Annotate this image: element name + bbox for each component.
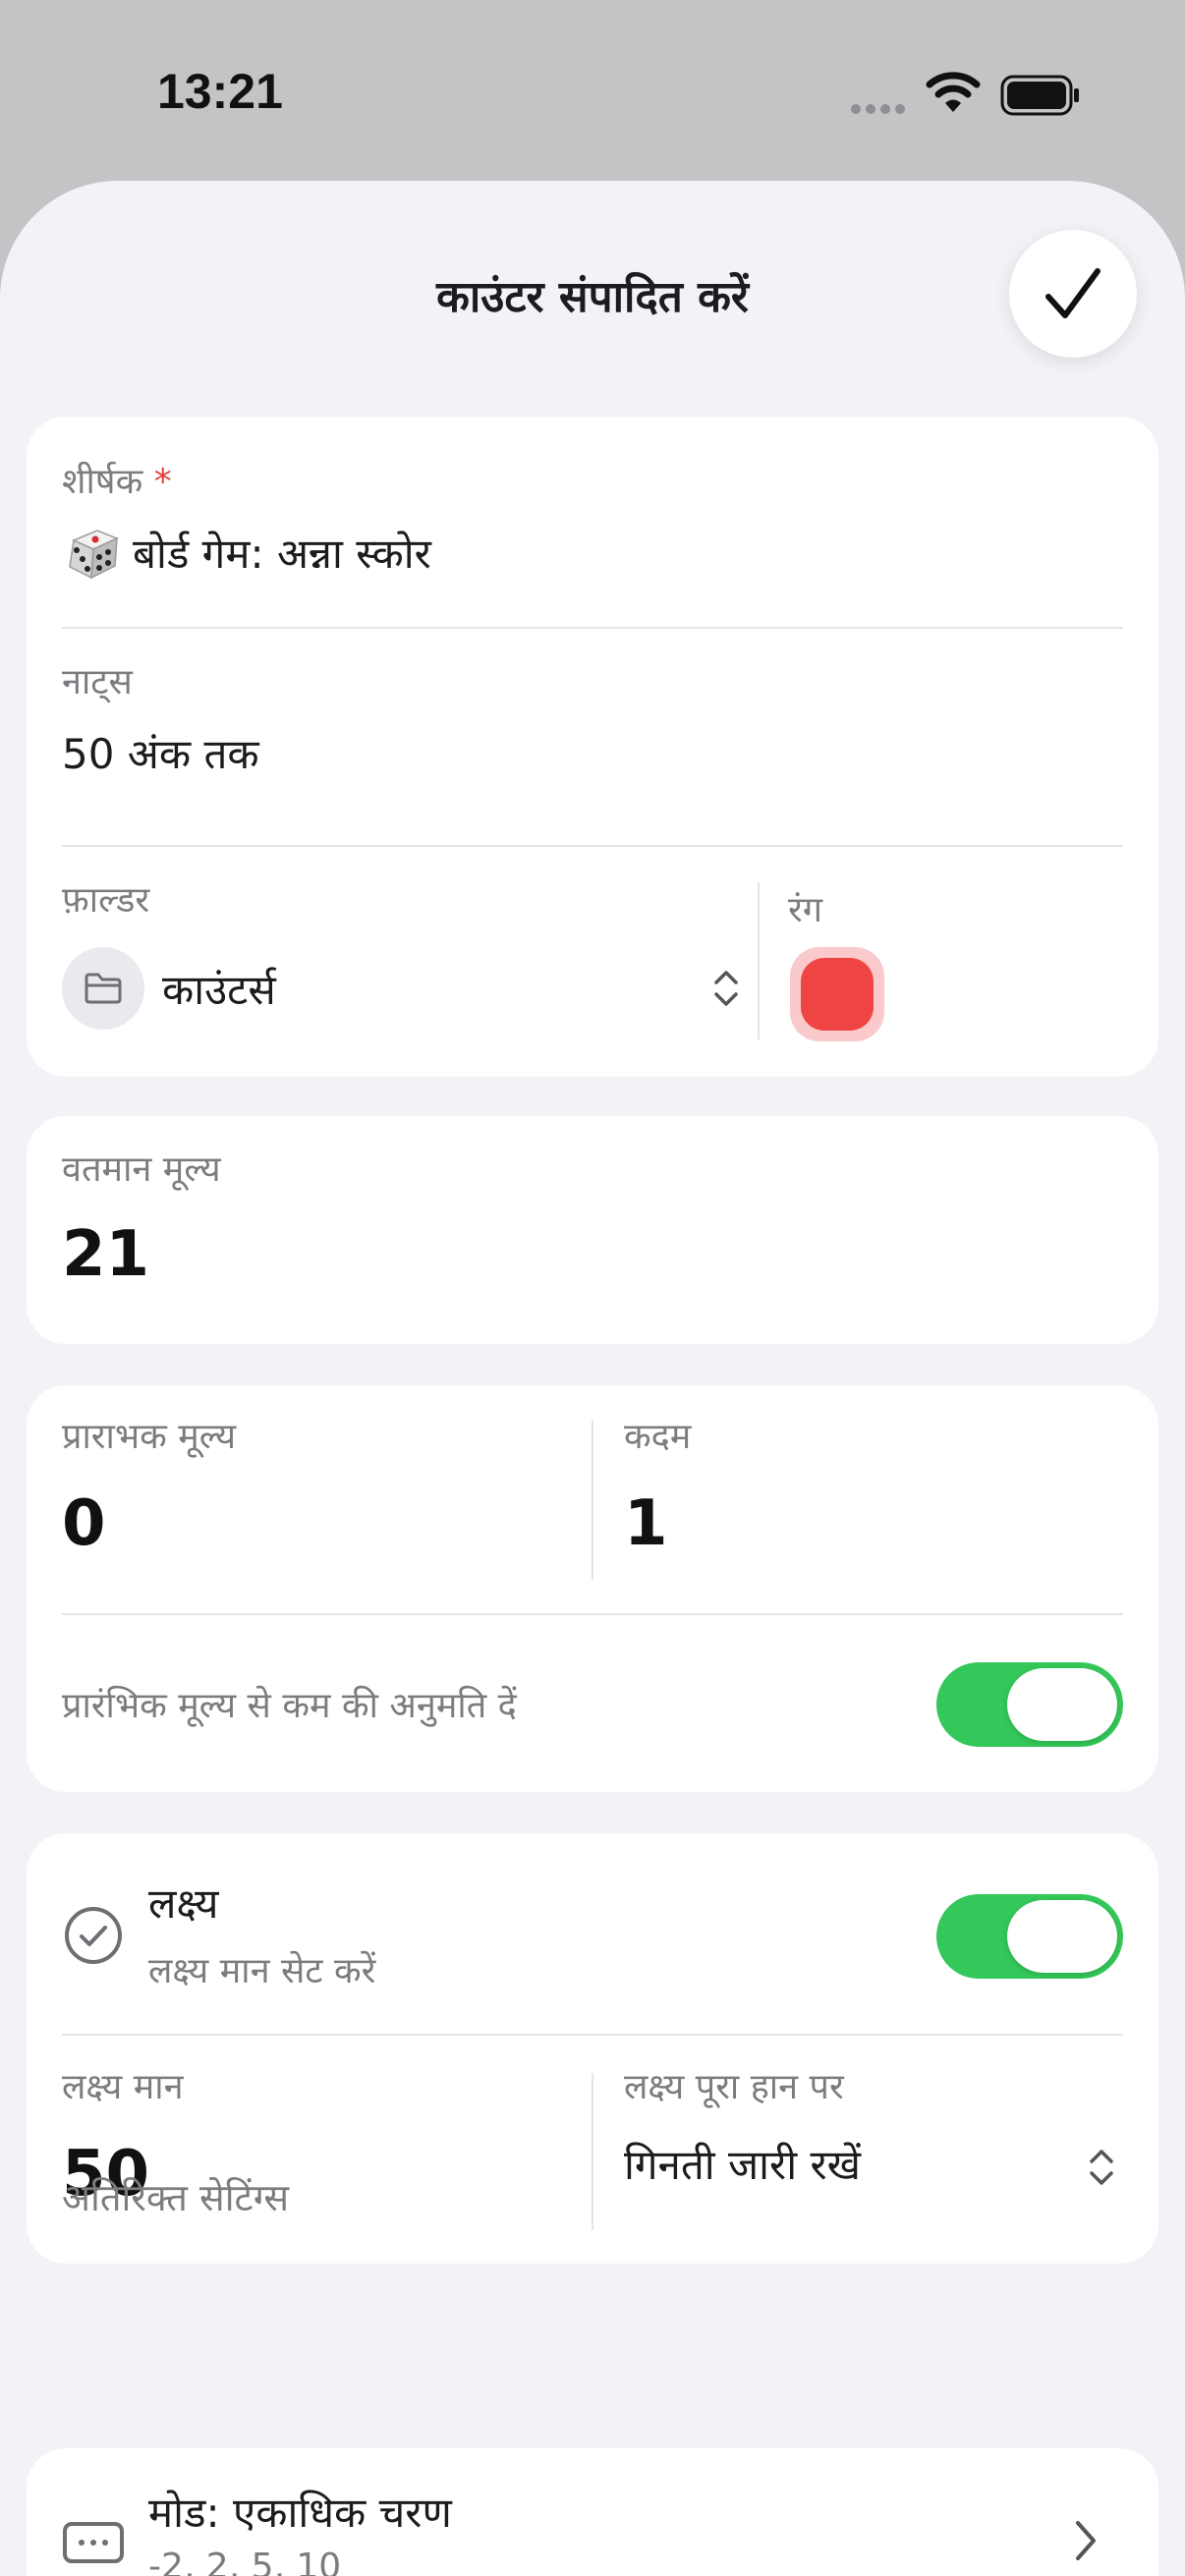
- details-card: शीर्षक * बोर्ड गेम: अन्ना स्कोर नाट्स 50…: [27, 417, 1158, 1077]
- divider-vertical: [758, 882, 760, 1039]
- step-field[interactable]: 1: [624, 1487, 668, 1560]
- goal-title: लक्ष्य: [148, 1879, 219, 1928]
- allow-below-initial-label: प्रारंभिक मूल्य से कम की अनुमति दें: [62, 1686, 517, 1726]
- mode-row[interactable]: मोड: एकाधिक चरण -2, 2, 5, 10: [27, 2448, 1158, 2576]
- color-label: रंग: [788, 890, 822, 930]
- current-value-card: वतमान मूल्य 21: [27, 1116, 1158, 1344]
- cellular-signal-icon: [851, 104, 905, 114]
- folder-label: फ़ाल्डर: [62, 880, 150, 921]
- divider-vertical: [592, 1421, 593, 1580]
- sheet-header: काउंटर संपादित करें: [0, 181, 1185, 387]
- folder-icon-badge: [62, 947, 144, 1030]
- folder-icon: [85, 973, 122, 1004]
- status-bar: 13:21: [0, 0, 1185, 187]
- initial-value-field[interactable]: 0: [62, 1487, 106, 1560]
- notes-field[interactable]: 50 अंक तक: [62, 725, 259, 781]
- page-title: काउंटर संपादित करें: [436, 272, 749, 322]
- divider: [62, 845, 1123, 847]
- values-card: प्राराभक मूल्य 0 कदम 1 प्रारंभिक मूल्य स…: [27, 1385, 1158, 1792]
- battery-icon: [1000, 75, 1079, 116]
- keyboard-icon: [63, 2522, 124, 2563]
- chevron-up-down-icon: [714, 971, 738, 1006]
- color-swatch: [801, 958, 874, 1031]
- wifi-icon: [926, 72, 981, 112]
- allow-below-initial-toggle[interactable]: [936, 1662, 1123, 1747]
- on-goal-reached-label: लक्ष्य पूरा हान पर: [624, 2067, 844, 2107]
- goal-value-label: लक्ष्य मान: [62, 2067, 184, 2107]
- goal-subtitle: लक्ष्य मान सेट करें: [148, 1951, 376, 1991]
- chevron-right-icon: [1076, 2521, 1096, 2560]
- step-label: कदम: [624, 1417, 692, 1457]
- color-swatch-button[interactable]: [790, 947, 884, 1041]
- on-goal-reached-value: गिनती जारी रखें: [624, 2141, 861, 2189]
- divider: [62, 1613, 1123, 1615]
- status-time: 13:21: [157, 64, 283, 119]
- divider-vertical: [592, 2073, 593, 2230]
- title-value: बोर्ड गेम: अन्ना स्कोर: [133, 530, 431, 578]
- folder-picker[interactable]: काउंटर्स: [62, 947, 750, 1030]
- done-button[interactable]: [1009, 230, 1137, 358]
- initial-value-label: प्राराभक मूल्य: [62, 1417, 237, 1457]
- folder-value: काउंटर्स: [162, 966, 276, 1014]
- required-mark: *: [153, 462, 172, 502]
- toggle-knob: [1007, 1900, 1117, 1973]
- toggle-knob: [1007, 1668, 1117, 1741]
- notes-label: नाट्स: [62, 662, 133, 702]
- goal-toggle[interactable]: [936, 1894, 1123, 1979]
- title-label: शीर्षक *: [62, 462, 172, 502]
- current-value-field[interactable]: 21: [62, 1218, 149, 1291]
- checkmark-icon: [1045, 268, 1100, 318]
- mode-title: मोड: एकाधिक चरण: [148, 2489, 452, 2537]
- check-circle-icon: [65, 1907, 122, 1964]
- chevron-up-down-icon: [1090, 2150, 1113, 2185]
- additional-settings-header: अतिरिक्त सेटिंग्स: [62, 2176, 290, 2219]
- dice-icon: [69, 530, 119, 580]
- title-field[interactable]: बोर्ड गेम: अन्ना स्कोर: [62, 519, 1123, 588]
- on-goal-reached-picker[interactable]: गिनती जारी रखें: [624, 2132, 1125, 2201]
- divider: [62, 2034, 1123, 2036]
- mode-subtitle: -2, 2, 5, 10: [148, 2547, 342, 2576]
- current-value-label: वतमान मूल्य: [62, 1149, 221, 1190]
- divider: [62, 627, 1123, 629]
